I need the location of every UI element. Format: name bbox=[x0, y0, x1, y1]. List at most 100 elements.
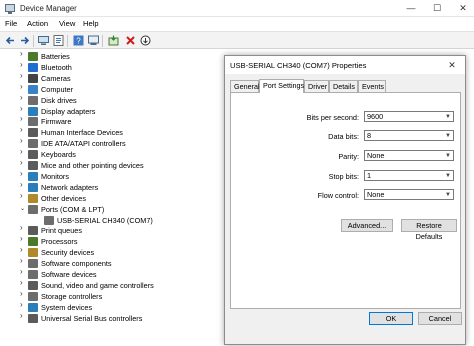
tree-category-item[interactable]: › Other devices bbox=[0, 191, 228, 204]
chevron-down-icon: ▼ bbox=[445, 114, 451, 120]
chevron-right-icon[interactable]: › bbox=[20, 289, 26, 297]
chevron-right-icon[interactable]: › bbox=[20, 224, 26, 232]
tree-item-label: Display adapters bbox=[41, 106, 96, 116]
tree-category-item[interactable]: › Disk drives bbox=[0, 93, 228, 106]
tree-category-item[interactable]: › Print queues bbox=[0, 224, 228, 236]
device-category-icon bbox=[28, 62, 38, 72]
chevron-right-icon[interactable]: › bbox=[20, 268, 26, 276]
ok-button[interactable]: OK bbox=[369, 312, 413, 325]
chevron-right-icon[interactable]: › bbox=[20, 235, 26, 243]
chevron-right-icon[interactable]: › bbox=[20, 180, 26, 188]
tree-item-label: Network adapters bbox=[41, 182, 99, 192]
data-bits-label: Data bits: bbox=[328, 132, 359, 141]
chevron-right-icon[interactable]: › bbox=[20, 278, 26, 286]
chevron-right-icon[interactable]: › bbox=[20, 169, 26, 177]
port-settings-panel: Bits per second: 9600 ▼ Data bits: 8 ▼ P… bbox=[230, 92, 461, 309]
device-category-icon bbox=[28, 270, 38, 279]
flow-control-select[interactable]: None ▼ bbox=[364, 189, 454, 200]
tree-category-item[interactable]: › Display adapters bbox=[0, 104, 228, 117]
chevron-right-icon[interactable]: › bbox=[20, 93, 26, 101]
chevron-right-icon[interactable]: › bbox=[20, 137, 26, 145]
tree-category-item[interactable]: › System devices bbox=[0, 300, 228, 313]
tree-category-item[interactable]: › Sound, video and game controllers bbox=[0, 278, 228, 291]
tree-category-item[interactable]: › Software devices bbox=[0, 268, 228, 280]
menu-action[interactable]: Action bbox=[27, 19, 48, 28]
computer-icon[interactable] bbox=[37, 34, 50, 47]
restore-defaults-button[interactable]: Restore Defaults bbox=[401, 219, 457, 241]
menu-view[interactable]: View bbox=[59, 19, 75, 28]
device-category-icon bbox=[28, 106, 38, 116]
properties-icon[interactable] bbox=[52, 34, 65, 47]
chevron-right-icon[interactable]: › bbox=[20, 311, 26, 319]
chevron-right-icon[interactable]: › bbox=[20, 115, 26, 123]
parity-label: Parity: bbox=[338, 152, 359, 161]
back-icon[interactable] bbox=[4, 34, 17, 47]
tree-item-label: Storage controllers bbox=[41, 291, 103, 301]
menu-file[interactable]: File bbox=[5, 19, 17, 28]
advanced-button[interactable]: Advanced... bbox=[341, 219, 393, 232]
tree-category-item[interactable]: › Mice and other pointing devices bbox=[0, 159, 228, 171]
close-button[interactable]: ✕ bbox=[450, 0, 474, 16]
tree-category-item[interactable]: › Processors bbox=[0, 235, 228, 247]
chevron-right-icon[interactable]: › bbox=[20, 246, 26, 254]
dialog-close-button[interactable]: ✕ bbox=[441, 57, 463, 73]
chevron-right-icon[interactable]: › bbox=[20, 126, 26, 134]
tree-category-item[interactable]: › IDE ATA/ATAPI controllers bbox=[0, 137, 228, 149]
properties-dialog: USB-SERIAL CH340 (COM7) Properties ✕ Gen… bbox=[224, 55, 466, 345]
tree-category-item[interactable]: › Keyboards bbox=[0, 148, 228, 160]
tree-item-label: Monitors bbox=[41, 171, 69, 181]
window-titlebar: Device Manager — ☐ ✕ bbox=[0, 0, 474, 17]
tree-child-item[interactable]: USB-SERIAL CH340 (COM7) bbox=[0, 215, 228, 226]
tree-category-item[interactable]: › Storage controllers bbox=[0, 289, 228, 302]
tree-category-item[interactable]: › Bluetooth bbox=[0, 60, 228, 73]
parity-select[interactable]: None ▼ bbox=[364, 150, 454, 161]
tree-category-item[interactable]: › Monitors bbox=[0, 169, 228, 182]
uninstall-icon[interactable] bbox=[124, 34, 137, 47]
chevron-right-icon[interactable]: › bbox=[20, 257, 26, 265]
tab-details[interactable]: Details bbox=[329, 80, 358, 92]
tree-category-item[interactable]: › Batteries bbox=[0, 50, 228, 62]
tree-category-item[interactable]: › Cameras bbox=[0, 71, 228, 84]
tab-events[interactable]: Events bbox=[358, 80, 386, 92]
menu-help[interactable]: Help bbox=[83, 19, 99, 28]
bits-per-second-select[interactable]: 9600 ▼ bbox=[364, 111, 454, 122]
tree-category-item[interactable]: › Software components bbox=[0, 257, 228, 269]
tree-category-item[interactable]: › Security devices bbox=[0, 246, 228, 258]
forward-icon[interactable] bbox=[18, 34, 31, 47]
scan-icon[interactable] bbox=[87, 34, 100, 47]
maximize-button[interactable]: ☐ bbox=[424, 0, 450, 16]
tab-driver[interactable]: Driver bbox=[304, 80, 329, 92]
chevron-right-icon[interactable]: › bbox=[20, 60, 26, 68]
chevron-right-icon[interactable]: › bbox=[20, 82, 26, 90]
tree-category-item[interactable]: › Network adapters bbox=[0, 180, 228, 193]
disable-icon[interactable] bbox=[139, 34, 152, 47]
device-category-icon bbox=[28, 226, 38, 236]
tree-category-item[interactable]: ⌄ Ports (COM & LPT) bbox=[0, 204, 228, 215]
tree-category-item[interactable]: › Universal Serial Bus controllers bbox=[0, 311, 228, 324]
chevron-right-icon[interactable]: › bbox=[20, 159, 26, 167]
bits-per-second-label: Bits per second: bbox=[306, 113, 359, 122]
chevron-down-icon[interactable]: ⌄ bbox=[20, 206, 26, 212]
tree-category-item[interactable]: › Computer bbox=[0, 82, 228, 95]
tree-item-label: Sound, video and game controllers bbox=[41, 280, 154, 290]
tree-category-item[interactable]: › Firmware bbox=[0, 115, 228, 127]
device-category-icon bbox=[28, 84, 38, 94]
chevron-right-icon[interactable]: › bbox=[20, 191, 26, 199]
help-icon[interactable]: ? bbox=[72, 34, 85, 47]
chevron-right-icon[interactable]: › bbox=[20, 50, 26, 58]
chevron-right-icon[interactable]: › bbox=[20, 148, 26, 156]
chevron-right-icon[interactable]: › bbox=[20, 300, 26, 308]
chevron-right-icon[interactable]: › bbox=[20, 104, 26, 112]
tree-category-item[interactable]: › Human Interface Devices bbox=[0, 126, 228, 138]
update-driver-icon[interactable] bbox=[107, 34, 120, 47]
cancel-button[interactable]: Cancel bbox=[418, 312, 462, 325]
chevron-right-icon[interactable]: › bbox=[20, 71, 26, 79]
data-bits-select[interactable]: 8 ▼ bbox=[364, 130, 454, 141]
stop-bits-select[interactable]: 1 ▼ bbox=[364, 170, 454, 181]
device-category-icon bbox=[28, 204, 38, 214]
tab-general[interactable]: General bbox=[230, 80, 260, 92]
tree-item-label: Software components bbox=[41, 259, 112, 269]
tab-port-settings[interactable]: Port Settings bbox=[259, 79, 304, 93]
tree-item-label: IDE ATA/ATAPI controllers bbox=[41, 139, 126, 149]
minimize-button[interactable]: — bbox=[398, 0, 424, 16]
